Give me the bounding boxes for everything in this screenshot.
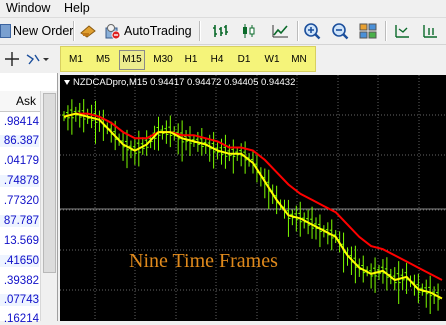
market-watch-row[interactable]: .16214 bbox=[0, 313, 39, 325]
market-watch-row[interactable]: .07743 bbox=[0, 294, 39, 306]
line-chart-icon[interactable] bbox=[270, 22, 290, 40]
market-watch-row[interactable]: .39382 bbox=[0, 275, 39, 287]
market-watch-row[interactable]: .41650 bbox=[0, 255, 39, 267]
chart-window[interactable]: NZDCADpro,M15 0.94417 0.94472 0.94405 0.… bbox=[60, 75, 446, 321]
new-order-button[interactable]: New Order bbox=[0, 21, 73, 41]
toolbar-separator bbox=[199, 21, 201, 41]
autotrading-button[interactable]: AutoTrading bbox=[104, 21, 192, 41]
new-order-label: New Order bbox=[13, 24, 74, 38]
timeframes-toolbar: M1 M5 M15 M30 H1 H4 D1 W1 MN bbox=[0, 45, 446, 73]
market-watch-row[interactable]: .74878 bbox=[0, 175, 39, 187]
timeframe-m5[interactable]: M5 bbox=[92, 52, 114, 68]
autotrading-label: AutoTrading bbox=[124, 24, 192, 38]
timeframe-d1[interactable]: D1 bbox=[233, 52, 255, 68]
market-watch-row[interactable]: .77320 bbox=[0, 195, 39, 207]
menu-help[interactable]: Help bbox=[64, 1, 90, 15]
auto-scroll-icon[interactable] bbox=[420, 22, 440, 40]
bar-chart-icon[interactable] bbox=[210, 22, 230, 40]
market-watch-header[interactable]: Ask bbox=[0, 91, 40, 112]
scrollbar-thumb[interactable] bbox=[43, 93, 56, 273]
tile-windows-icon[interactable] bbox=[358, 22, 378, 40]
market-watch-row[interactable]: .98414 bbox=[0, 116, 39, 128]
price-chart[interactable] bbox=[60, 75, 446, 321]
toolbar-separator bbox=[297, 21, 299, 41]
toolbar-separator bbox=[73, 21, 75, 41]
timeframe-m1[interactable]: M1 bbox=[65, 52, 87, 68]
timeframe-mn[interactable]: MN bbox=[287, 52, 311, 68]
new-order-icon bbox=[0, 24, 11, 38]
chart-symbol-quotes: NZDCADpro,M15 0.94417 0.94472 0.94405 0.… bbox=[73, 77, 296, 88]
toolbar-separator bbox=[385, 21, 387, 41]
market-watch-scrollbar[interactable] bbox=[40, 91, 57, 321]
candlestick-chart-icon[interactable] bbox=[240, 22, 260, 40]
timeframe-w1[interactable]: W1 bbox=[260, 52, 284, 68]
autotrading-icon bbox=[104, 23, 121, 40]
zoom-in-icon[interactable] bbox=[302, 22, 322, 40]
market-watch-row[interactable]: 13.569 bbox=[0, 235, 39, 247]
timeframes-panel: M1 M5 M15 M30 H1 H4 D1 W1 MN bbox=[60, 46, 316, 72]
chart-overlay-text: Nine Time Frames bbox=[129, 250, 278, 272]
timeframe-h4[interactable]: H4 bbox=[206, 52, 228, 68]
chart-menu-arrow-icon[interactable] bbox=[64, 79, 70, 85]
timeframe-m30[interactable]: M30 bbox=[150, 52, 176, 68]
chart-header: NZDCADpro,M15 0.94417 0.94472 0.94405 0.… bbox=[64, 77, 295, 88]
zoom-out-icon[interactable] bbox=[330, 22, 350, 40]
timeframe-h1[interactable]: H1 bbox=[180, 52, 202, 68]
timeframe-m15[interactable]: M15 bbox=[119, 50, 145, 70]
main-toolbar: New Order AutoTrading bbox=[0, 18, 446, 45]
ask-column-header: Ask bbox=[15, 94, 36, 108]
market-watch-row[interactable]: 87.787 bbox=[0, 215, 39, 227]
crosshair-icon[interactable] bbox=[2, 50, 22, 68]
history-center-icon[interactable] bbox=[78, 22, 98, 40]
line-studies-dropdown[interactable] bbox=[24, 50, 52, 68]
chart-shift-icon[interactable] bbox=[392, 22, 412, 40]
market-watch-panel: Ask .98414 86.387 .04179 .74878 .77320 8… bbox=[0, 73, 58, 325]
menu-window[interactable]: Window bbox=[6, 1, 50, 15]
market-watch-row[interactable]: .04179 bbox=[0, 155, 39, 167]
menu-bar: Window Help bbox=[0, 0, 446, 18]
market-watch-row[interactable]: 86.387 bbox=[0, 135, 39, 147]
